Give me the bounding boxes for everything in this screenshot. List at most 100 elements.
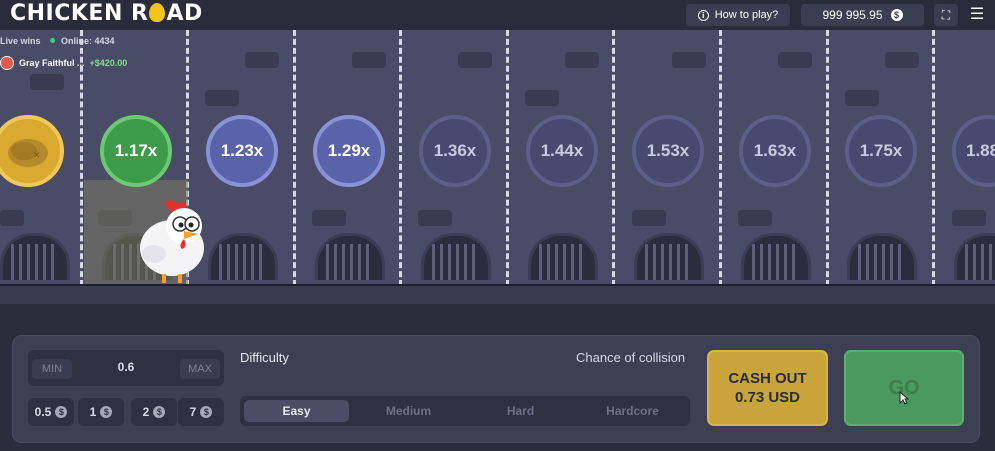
info-icon: i	[697, 9, 709, 21]
dollar-coin-icon: $	[100, 406, 113, 418]
menu-button[interactable]: ☰	[966, 4, 988, 26]
cash-out-amount: 0.73 USD	[734, 389, 801, 406]
sewer-grate	[0, 233, 70, 280]
wall-brick	[458, 52, 492, 68]
lane-divider	[506, 30, 509, 286]
quick-bet-value: 1	[89, 405, 97, 419]
winner-name: Gray Faithful ...	[19, 58, 85, 68]
lane-passed-marker: ✕	[0, 115, 64, 187]
lane-divider	[399, 30, 402, 286]
multiplier-value: 1.29x	[327, 141, 371, 160]
difficulty-medium[interactable]: Medium	[356, 400, 461, 422]
wall-brick	[885, 52, 919, 68]
logo-text-right: AD	[166, 1, 203, 26]
balance-value: 999 995.95	[822, 8, 883, 22]
bet-amount-input[interactable]: 0.6	[88, 360, 164, 374]
fullscreen-button[interactable]: ⛶	[934, 4, 958, 26]
bet-amount-control: MIN 0.6 MAX	[28, 350, 224, 386]
multiplier-tile: 1.29x	[313, 115, 385, 187]
lane-divider	[932, 30, 935, 286]
multiplier-tile: 1.23x	[206, 115, 278, 187]
sewer-grate	[847, 233, 917, 280]
quick-bet-button[interactable]: 1 $	[78, 398, 124, 426]
lane-divider	[612, 30, 615, 286]
multiplier-value: 1.53x	[646, 141, 690, 160]
dollar-coin-icon: $	[200, 406, 213, 418]
online-dot-icon	[50, 38, 55, 43]
dollar-coin-icon: $	[153, 406, 166, 418]
roast-chicken-icon: ✕	[8, 139, 48, 167]
difficulty-selector: Easy Medium Hard Hardcore	[240, 396, 690, 426]
multiplier-tile: 1.88	[952, 115, 995, 187]
quick-bet-button[interactable]: 0.5 $	[28, 398, 74, 426]
wall-brick	[565, 52, 599, 68]
wall-brick	[0, 210, 24, 226]
sewer-grate	[315, 233, 385, 280]
difficulty-hard[interactable]: Hard	[468, 400, 573, 422]
how-to-play-label: How to play?	[714, 9, 779, 21]
live-win-entry: Gray Faithful ... +$420.00	[0, 54, 127, 72]
avatar	[0, 56, 14, 70]
svg-text:✕: ✕	[33, 151, 41, 161]
wall-brick	[418, 210, 452, 226]
cash-out-button[interactable]: CASH OUT 0.73 USD	[707, 350, 828, 426]
dollar-coin-icon: $	[890, 9, 903, 21]
bet-min-button[interactable]: MIN	[32, 359, 72, 379]
lane-divider	[293, 30, 296, 286]
multiplier-tile: 1.75x	[845, 115, 917, 187]
how-to-play-button[interactable]: i How to play?	[686, 4, 790, 26]
difficulty-easy[interactable]: Easy	[244, 400, 349, 422]
multiplier-value: 1.44x	[540, 141, 584, 160]
multiplier-value: 1.36x	[433, 141, 477, 160]
win-amount: +$420.00	[89, 58, 128, 68]
multiplier-tile: 1.44x	[526, 115, 598, 187]
wall-brick	[738, 210, 772, 226]
wall-brick	[632, 210, 666, 226]
top-bar: CHICKEN R AD i How to play? 999 995.95 $ …	[0, 0, 995, 30]
sewer-grate	[954, 233, 995, 280]
go-button[interactable]: GO	[844, 350, 964, 426]
wall-brick	[672, 52, 706, 68]
multiplier-value: 1.23x	[220, 141, 264, 160]
fullscreen-icon: ⛶	[941, 8, 951, 22]
sewer-grate	[421, 233, 491, 280]
cash-out-label: CASH OUT	[728, 370, 807, 387]
quick-bet-value: 2	[142, 405, 150, 419]
sewer-grate	[208, 233, 278, 280]
live-wins-title: Live wins	[0, 36, 41, 46]
bet-max-button[interactable]: MAX	[180, 359, 220, 379]
wall-brick	[352, 52, 386, 68]
wall-brick	[952, 210, 986, 226]
sewer-grate	[741, 233, 811, 280]
multiplier-value: 1.75x	[859, 141, 903, 160]
online-count: Online: 4434	[61, 36, 115, 46]
difficulty-label: Difficulty	[240, 350, 289, 365]
quick-bet-button[interactable]: 7 $	[178, 398, 224, 426]
balance-display: 999 995.95 $	[801, 4, 924, 26]
multiplier-tile-current: 1.17x	[100, 115, 172, 187]
multiplier-value: 1.17x	[114, 141, 158, 160]
multiplier-value: 1.63x	[753, 141, 797, 160]
sewer-grate	[634, 233, 704, 280]
hamburger-icon: ☰	[969, 6, 985, 23]
road-line	[0, 284, 995, 286]
chance-of-collision-label: Chance of collision	[576, 350, 686, 365]
game-scene: ✕ 1.17x 1.23x 1.29x 1.36x 1.44x 1.53x 1.…	[0, 30, 995, 286]
dollar-coin-icon: $	[55, 406, 68, 418]
multiplier-tile: 1.36x	[419, 115, 491, 187]
game-logo: CHICKEN R AD	[10, 1, 203, 26]
mouse-cursor-icon	[899, 391, 909, 405]
wall-brick	[312, 210, 346, 226]
lane-divider	[719, 30, 722, 286]
online-counter: Online: 4434	[50, 36, 115, 46]
road-ground	[0, 284, 995, 304]
multiplier-tile: 1.53x	[632, 115, 704, 187]
multiplier-tile: 1.63x	[739, 115, 811, 187]
wall-brick	[845, 90, 879, 106]
wall-brick	[778, 52, 812, 68]
quick-bet-button[interactable]: 2 $	[131, 398, 177, 426]
wall-brick	[525, 90, 559, 106]
wall-brick	[205, 90, 239, 106]
difficulty-hardcore[interactable]: Hardcore	[580, 400, 685, 422]
wall-brick	[30, 74, 64, 90]
